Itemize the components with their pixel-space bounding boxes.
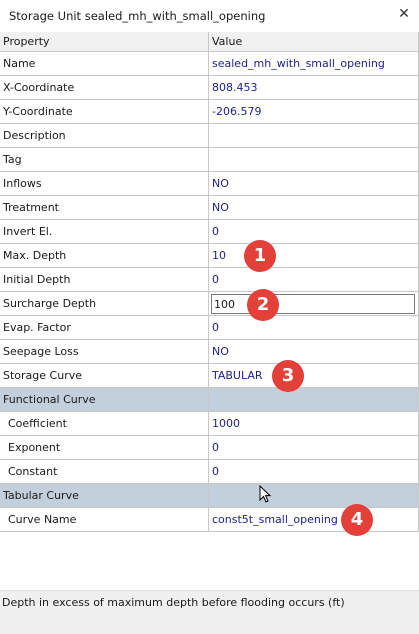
row-name[interactable]: Name sealed_mh_with_small_opening <box>0 51 419 76</box>
row-constant[interactable]: Constant 0 <box>0 459 419 484</box>
property-label: X-Coordinate <box>0 75 209 100</box>
row-evap-factor[interactable]: Evap. Factor 0 <box>0 315 419 340</box>
property-label: Invert El. <box>0 219 209 244</box>
row-surcharge-depth[interactable]: Surcharge Depth 100 <box>0 291 419 316</box>
column-header-property: Property <box>0 32 209 52</box>
mouse-cursor-icon <box>259 485 272 503</box>
property-label: Seepage Loss <box>0 339 209 364</box>
property-label: Max. Depth <box>0 243 209 268</box>
property-value[interactable]: sealed_mh_with_small_opening <box>208 51 419 76</box>
window-title: Storage Unit sealed_mh_with_small_openin… <box>9 9 266 23</box>
property-label: Surcharge Depth <box>0 291 209 316</box>
property-value[interactable]: 808.453 <box>208 75 419 100</box>
row-tag[interactable]: Tag <box>0 147 419 172</box>
category-functional-curve[interactable]: Functional Curve <box>0 387 419 412</box>
row-treatment[interactable]: Treatment NO <box>0 195 419 220</box>
surcharge-depth-input[interactable]: 100 <box>211 293 415 314</box>
row-exponent[interactable]: Exponent 0 <box>0 435 419 460</box>
property-value[interactable]: NO <box>208 339 419 364</box>
title-bar: Storage Unit sealed_mh_with_small_openin… <box>0 0 419 33</box>
property-label: Description <box>0 123 209 148</box>
property-value[interactable]: -206.579 <box>208 99 419 124</box>
property-value[interactable]: 1000 <box>208 411 419 436</box>
property-value[interactable]: 10 <box>208 243 419 268</box>
property-value[interactable]: NO <box>208 171 419 196</box>
row-max-depth[interactable]: Max. Depth 10 <box>0 243 419 268</box>
row-description[interactable]: Description <box>0 123 419 148</box>
property-label: Constant <box>0 459 209 484</box>
row-storage-curve[interactable]: Storage Curve TABULAR <box>0 363 419 388</box>
column-header-value: Value <box>208 32 419 52</box>
row-inflows[interactable]: Inflows NO <box>0 171 419 196</box>
property-label: Exponent <box>0 435 209 460</box>
category-value <box>208 387 419 412</box>
property-value[interactable] <box>208 147 419 172</box>
property-label: Name <box>0 51 209 76</box>
property-value[interactable]: 0 <box>208 219 419 244</box>
row-seepage-loss[interactable]: Seepage Loss NO <box>0 339 419 364</box>
close-icon[interactable]: ✕ <box>395 5 413 23</box>
category-label: Tabular Curve <box>0 483 209 508</box>
property-grid: Property Value Name sealed_mh_with_small… <box>0 32 419 532</box>
property-value[interactable] <box>208 123 419 148</box>
property-value[interactable]: NO <box>208 195 419 220</box>
annotation-badge-1: 1 <box>244 240 276 272</box>
row-invert-el[interactable]: Invert El. 0 <box>0 219 419 244</box>
property-description: Depth in excess of maximum depth before … <box>2 596 345 609</box>
property-value[interactable]: 0 <box>208 267 419 292</box>
status-bar: Depth in excess of maximum depth before … <box>0 590 419 634</box>
property-value[interactable]: TABULAR <box>208 363 419 388</box>
category-value <box>208 483 419 508</box>
property-value[interactable]: 0 <box>208 435 419 460</box>
property-label: Y-Coordinate <box>0 99 209 124</box>
property-value[interactable]: const5t_small_opening <box>208 507 419 532</box>
property-label: Storage Curve <box>0 363 209 388</box>
property-label: Evap. Factor <box>0 315 209 340</box>
property-label: Tag <box>0 147 209 172</box>
property-value[interactable]: 0 <box>208 315 419 340</box>
property-value-cell[interactable]: 100 <box>208 291 419 316</box>
annotation-badge-3: 3 <box>272 360 304 392</box>
row-y-coordinate[interactable]: Y-Coordinate -206.579 <box>0 99 419 124</box>
row-x-coordinate[interactable]: X-Coordinate 808.453 <box>0 75 419 100</box>
property-label: Curve Name <box>0 507 209 532</box>
row-initial-depth[interactable]: Initial Depth 0 <box>0 267 419 292</box>
property-value[interactable]: 0 <box>208 459 419 484</box>
annotation-badge-2: 2 <box>247 289 279 321</box>
grid-header: Property Value <box>0 32 419 52</box>
property-label: Initial Depth <box>0 267 209 292</box>
property-label: Treatment <box>0 195 209 220</box>
category-label: Functional Curve <box>0 387 209 412</box>
property-label: Inflows <box>0 171 209 196</box>
row-coefficient[interactable]: Coefficient 1000 <box>0 411 419 436</box>
annotation-badge-4: 4 <box>341 504 373 536</box>
property-label: Coefficient <box>0 411 209 436</box>
